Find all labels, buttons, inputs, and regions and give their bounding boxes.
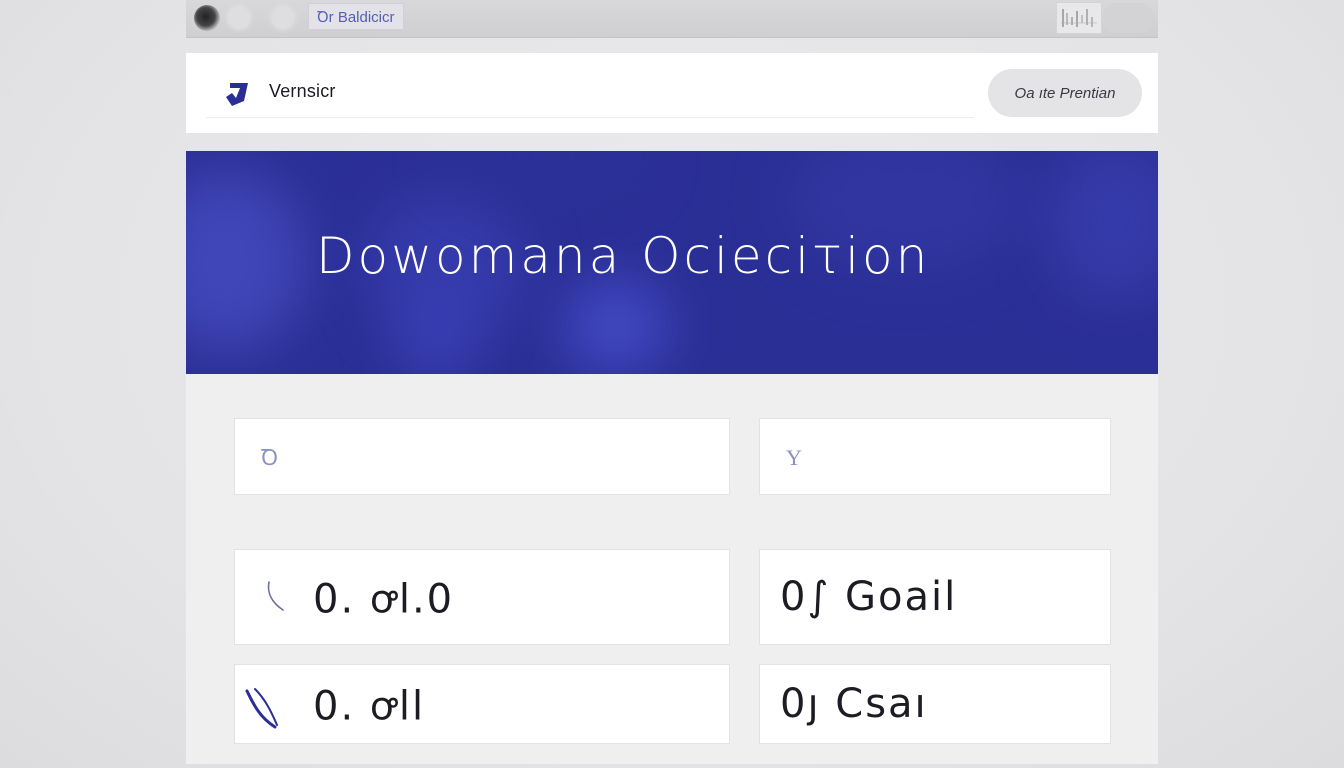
hero-banner: Dowomana Ocieciτion <box>186 151 1158 374</box>
menu-button[interactable] <box>1102 3 1154 33</box>
forward-icon[interactable] <box>272 7 294 29</box>
hero-decoration <box>446 151 646 201</box>
browser-tab[interactable]: Ꝺr Baldicicr <box>308 3 404 30</box>
stat-card[interactable]: 0. ꝍll <box>234 664 730 744</box>
right-input[interactable] <box>784 419 1098 496</box>
hero-decoration <box>566 281 666 371</box>
site-header: Vernsicr Oa ıte Prentian <box>186 53 1158 133</box>
stroke-icon <box>267 581 284 611</box>
brand-name: Vernsicr <box>269 81 336 101</box>
stat-card[interactable]: 0∫ Goail <box>759 549 1111 645</box>
page: Ꝺr Baldicicr Vernsicr Oa ıte Prentian Do… <box>0 0 1344 768</box>
premium-button[interactable]: Oa ıte Prentian <box>988 69 1142 117</box>
stat-value: 0. ꝍll <box>313 683 426 730</box>
profile-avatar[interactable] <box>194 5 220 31</box>
right-input-box <box>759 418 1111 496</box>
content-area: 0. ꝍl.0 0∫ Goail 0. ꝍll 0ȷ Csaı <box>186 374 1158 764</box>
hero-decoration <box>186 171 306 351</box>
stat-card[interactable]: 0ȷ Csaı <box>759 664 1111 744</box>
browser-toolbar: Ꝺr Baldicicr <box>186 0 1158 38</box>
back-icon[interactable] <box>228 7 250 29</box>
stat-value: 0∫ Goail <box>780 574 958 620</box>
stat-value: 0ȷ Csaı <box>780 681 928 727</box>
extension-icon[interactable] <box>1056 2 1102 34</box>
brand[interactable]: Vernsicr <box>206 69 974 118</box>
stroke-icon <box>245 688 278 729</box>
left-input[interactable] <box>259 419 717 496</box>
logo-icon <box>226 83 248 106</box>
left-input-box <box>234 418 730 496</box>
hero-title: Dowomana Ocieciτion <box>316 227 931 285</box>
stat-value: 0. ꝍl.0 <box>313 576 455 623</box>
hero-decoration <box>1046 151 1158 301</box>
hero-decoration <box>396 301 476 374</box>
stat-card[interactable]: 0. ꝍl.0 <box>234 549 730 645</box>
